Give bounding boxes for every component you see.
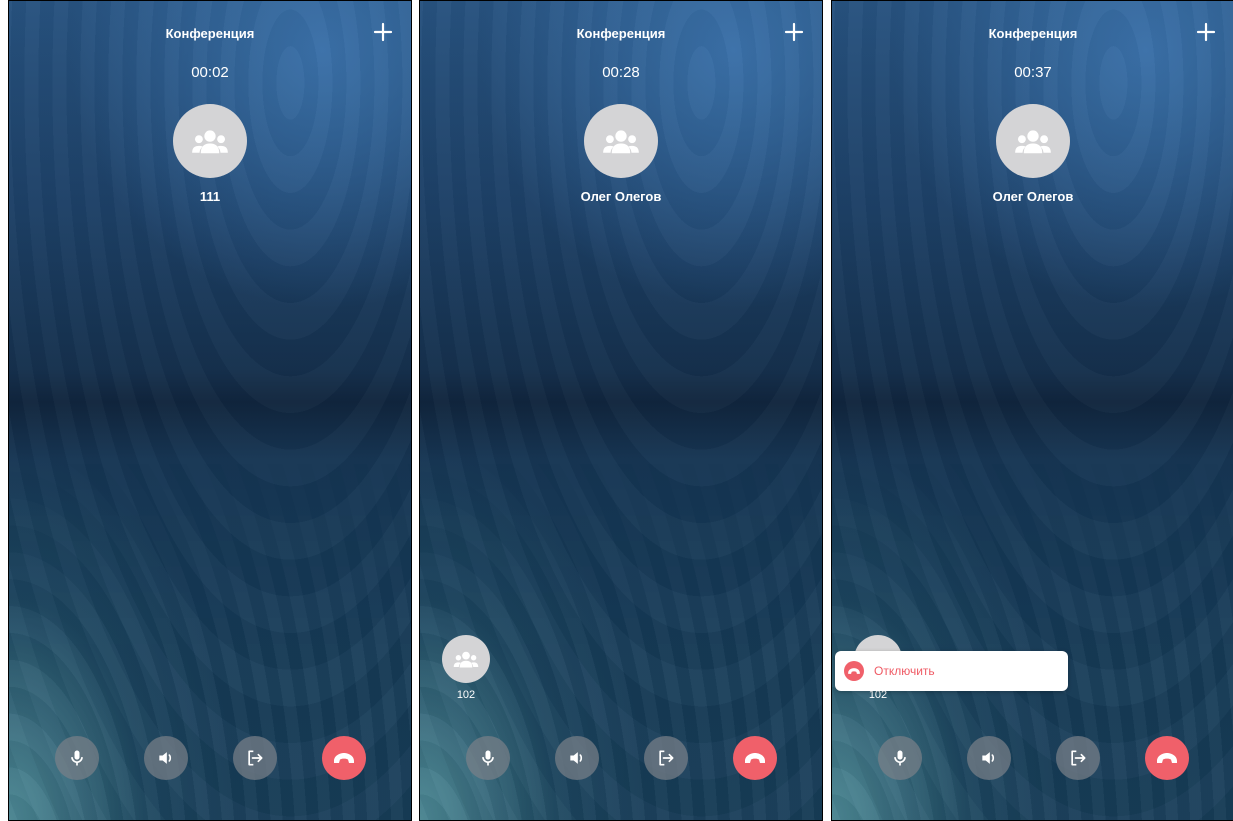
plus-icon [784,22,804,42]
group-icon [192,130,228,154]
call-timer: 00:28 [602,64,640,81]
microphone-icon [482,750,494,766]
call-timer: 00:02 [191,64,229,81]
transfer-button[interactable] [1056,736,1100,780]
transfer-button[interactable] [644,736,688,780]
speaker-button[interactable] [144,736,188,780]
call-screen-2: Конференция 00:28 Олег Олегов 102 [419,0,823,821]
group-icon [453,651,479,668]
participant-avatar[interactable] [442,635,490,683]
hangup-button[interactable] [322,736,366,780]
hangup-icon [745,753,765,763]
hangup-icon [844,661,864,681]
conference-title: Конференция [165,26,255,41]
caller-name: Олег Олегов [992,189,1074,204]
transfer-icon [248,750,263,766]
conference-avatar [173,104,247,178]
group-icon [1015,130,1051,154]
call-screen-1: Конференция 00:02 111 [8,0,412,821]
call-screen-3: Конференция 00:37 Олег Олегов 102 Отключ… [831,0,1233,821]
plus-icon [1196,22,1216,42]
disconnect-label: Отключить [874,664,935,678]
speaker-icon [570,752,583,764]
microphone-icon [894,750,906,766]
add-participant-button[interactable] [782,20,806,44]
speaker-icon [159,752,172,764]
hangup-button[interactable] [1145,736,1189,780]
caller-name: 111 [199,189,221,204]
microphone-icon [71,750,83,766]
hangup-icon [1157,753,1177,763]
call-controls [420,736,822,780]
caller-name: Олег Олегов [580,189,662,204]
hangup-button[interactable] [733,736,777,780]
conference-avatar [584,104,658,178]
add-participant-button[interactable] [371,20,395,44]
mute-button[interactable] [878,736,922,780]
transfer-button[interactable] [233,736,277,780]
call-timer: 00:37 [1014,64,1052,81]
disconnect-menu-item[interactable]: Отключить [835,651,1068,691]
conference-title: Конференция [988,26,1078,41]
mute-button[interactable] [466,736,510,780]
group-icon [603,130,639,154]
transfer-icon [1071,750,1086,766]
hangup-icon [334,753,354,763]
transfer-icon [659,750,674,766]
speaker-button[interactable] [555,736,599,780]
add-participant-button[interactable] [1194,20,1218,44]
participant-item[interactable]: 102 [442,635,490,701]
call-controls [832,736,1233,780]
speaker-button[interactable] [967,736,1011,780]
conference-avatar [996,104,1070,178]
plus-icon [373,22,393,42]
mute-button[interactable] [55,736,99,780]
participant-label: 102 [456,689,476,701]
speaker-icon [982,752,995,764]
conference-title: Конференция [576,26,666,41]
call-controls [9,736,411,780]
